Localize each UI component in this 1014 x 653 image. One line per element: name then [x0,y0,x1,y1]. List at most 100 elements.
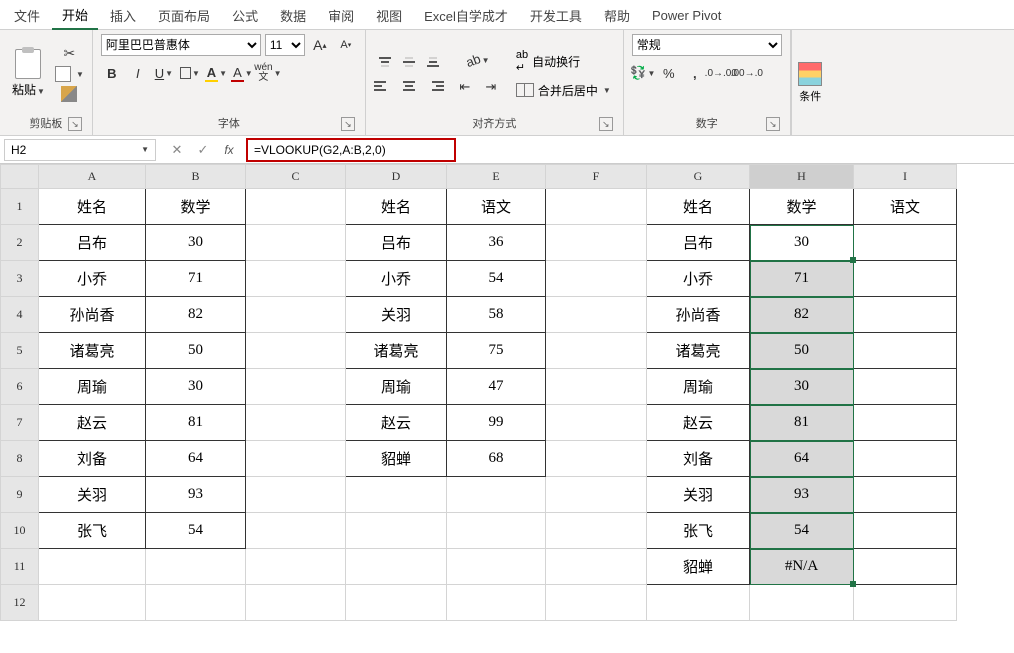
col-header-D[interactable]: D [346,165,447,189]
cell-B10[interactable]: 54 [146,513,246,549]
row-header-2[interactable]: 2 [1,225,39,261]
cell-E3[interactable]: 54 [447,261,546,297]
cell-I3[interactable] [854,261,957,297]
name-box[interactable]: H2 ▼ [4,139,156,161]
cell-D10[interactable] [346,513,447,549]
cell-E4[interactable]: 58 [447,297,546,333]
cell-G10[interactable]: 张飞 [647,513,750,549]
font-size-select[interactable]: 11 [265,34,305,56]
cell-I9[interactable] [854,477,957,513]
increase-font-button[interactable]: A▴ [309,34,331,56]
number-dialog-launcher[interactable]: ↘ [766,117,780,131]
fill-color-button[interactable]: A▼ [205,62,227,84]
row-header-9[interactable]: 9 [1,477,39,513]
align-middle-button[interactable] [398,51,420,73]
tab-11[interactable]: Power Pivot [642,2,731,27]
cell-H7[interactable]: 81 [750,405,854,441]
cell-H8[interactable]: 64 [750,441,854,477]
cell-B7[interactable]: 81 [146,405,246,441]
accounting-format-button[interactable]: 💱▼ [632,62,654,84]
cell-G1[interactable]: 姓名 [647,189,750,225]
cell-I5[interactable] [854,333,957,369]
cell-D5[interactable]: 诸葛亮 [346,333,447,369]
cell-F12[interactable] [546,585,647,621]
col-header-E[interactable]: E [447,165,546,189]
cell-D6[interactable]: 周瑜 [346,369,447,405]
col-header-G[interactable]: G [647,165,750,189]
tab-3[interactable]: 页面布局 [148,0,220,29]
cell-I10[interactable] [854,513,957,549]
row-header-10[interactable]: 10 [1,513,39,549]
select-all-corner[interactable] [1,165,39,189]
cell-C5[interactable] [246,333,346,369]
cell-I12[interactable] [854,585,957,621]
bold-button[interactable]: B [101,62,123,84]
cell-E5[interactable]: 75 [447,333,546,369]
row-header-12[interactable]: 12 [1,585,39,621]
cell-F3[interactable] [546,261,647,297]
cell-G12[interactable] [647,585,750,621]
orientation-button[interactable]: ab▼ [467,50,489,72]
underline-button[interactable]: U▼ [153,62,175,84]
cell-C7[interactable] [246,405,346,441]
cell-I7[interactable] [854,405,957,441]
align-top-button[interactable] [374,51,396,73]
cell-A10[interactable]: 张飞 [39,513,146,549]
cell-C12[interactable] [246,585,346,621]
comma-button[interactable]: , [684,62,706,84]
paste-button[interactable]: 粘贴▼ [8,47,49,100]
cell-I1[interactable]: 语文 [854,189,957,225]
number-format-select[interactable]: 常规 [632,34,782,56]
cell-H10[interactable]: 54 [750,513,854,549]
row-header-11[interactable]: 11 [1,549,39,585]
cell-A12[interactable] [39,585,146,621]
font-name-select[interactable]: 阿里巴巴普惠体 [101,34,261,56]
cell-C1[interactable] [246,189,346,225]
cell-H11[interactable]: #N/A [750,549,854,585]
cell-E9[interactable] [447,477,546,513]
cell-H5[interactable]: 50 [750,333,854,369]
cell-B9[interactable]: 93 [146,477,246,513]
cell-D9[interactable] [346,477,447,513]
cell-C6[interactable] [246,369,346,405]
row-header-5[interactable]: 5 [1,333,39,369]
cell-H3[interactable]: 71 [750,261,854,297]
tab-9[interactable]: 开发工具 [520,0,592,29]
cell-A7[interactable]: 赵云 [39,405,146,441]
cell-F2[interactable] [546,225,647,261]
format-painter-button[interactable] [61,86,77,102]
tab-1[interactable]: 开始 [52,0,98,30]
cell-I2[interactable] [854,225,957,261]
cell-C11[interactable] [246,549,346,585]
cell-E10[interactable] [447,513,546,549]
wrap-text-button[interactable]: ab↵自动换行 [512,47,584,76]
cell-A4[interactable]: 孙尚香 [39,297,146,333]
cell-E11[interactable] [447,549,546,585]
align-bottom-button[interactable] [422,51,444,73]
cell-D2[interactable]: 吕布 [346,225,447,261]
row-header-6[interactable]: 6 [1,369,39,405]
align-left-button[interactable] [374,75,396,97]
cell-B2[interactable]: 30 [146,225,246,261]
cell-A6[interactable]: 周瑜 [39,369,146,405]
cell-H9[interactable]: 93 [750,477,854,513]
cell-I4[interactable] [854,297,957,333]
cell-E6[interactable]: 47 [447,369,546,405]
formula-input[interactable] [254,143,448,157]
cell-B4[interactable]: 82 [146,297,246,333]
copy-button[interactable]: ▼ [55,66,84,82]
cell-B8[interactable]: 64 [146,441,246,477]
cell-I6[interactable] [854,369,957,405]
cell-F5[interactable] [546,333,647,369]
insert-function-button[interactable]: fx [218,143,240,157]
cell-D3[interactable]: 小乔 [346,261,447,297]
decrease-indent-button[interactable]: ⇤ [454,76,476,98]
cell-A1[interactable]: 姓名 [39,189,146,225]
cell-G11[interactable]: 貂蝉 [647,549,750,585]
conditional-format-button[interactable]: 条件 [791,30,829,135]
cell-F10[interactable] [546,513,647,549]
cell-A9[interactable]: 关羽 [39,477,146,513]
cell-H4[interactable]: 82 [750,297,854,333]
col-header-B[interactable]: B [146,165,246,189]
increase-indent-button[interactable]: ⇥ [480,76,502,98]
